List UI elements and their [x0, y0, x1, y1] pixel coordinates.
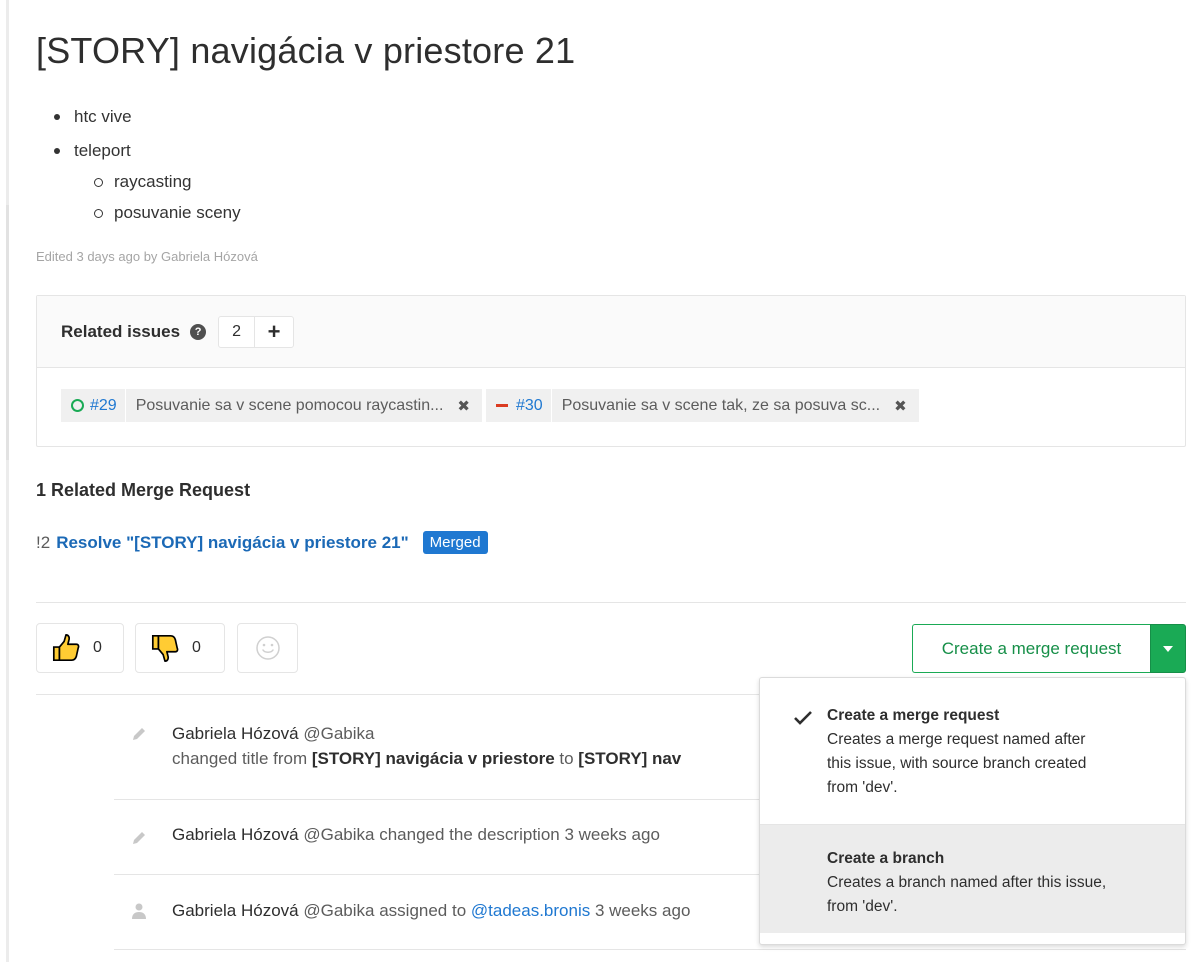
left-border [6, 0, 9, 962]
issue-description: htc vive teleport raycasting posuvanie s… [36, 100, 241, 228]
issue-token-title[interactable]: Posuvanie sa v scene pomocou raycastin..… [125, 389, 452, 422]
user-icon [132, 903, 146, 919]
thumbs-down-button[interactable]: 0 [135, 623, 225, 673]
list-item-label: teleport [74, 141, 131, 160]
left-border-highlight [6, 205, 9, 460]
merge-request-link[interactable]: Resolve "[STORY] navigácia v priestore 2… [56, 533, 408, 553]
timeline-text: Gabriela Hózová @Gabika changed the desc… [172, 825, 660, 845]
dropdown-option-desc: from 'dev'. [827, 779, 898, 796]
dropdown-option-title: Create a branch [827, 850, 945, 867]
timeline-action: assigned to [374, 901, 471, 920]
thumbs-up-button[interactable]: 0 [36, 623, 124, 673]
dropdown-option-desc: Creates a branch named after this issue, [827, 874, 1107, 891]
add-reaction-button[interactable] [237, 623, 298, 673]
dropdown-option-title: Create a merge request [827, 707, 1000, 724]
thumbs-up-icon [52, 634, 80, 662]
pencil-icon [133, 728, 145, 740]
thumbs-up-count: 0 [93, 639, 102, 656]
timeline-text: Gabriela Hózová @Gabika changed title fr… [172, 721, 681, 771]
dropdown-option-desc: Creates a merge request named after [827, 731, 1086, 748]
dropdown-option-desc: this issue, with source branch created [827, 755, 1087, 772]
create-merge-request-split-button: Create a merge request [912, 624, 1186, 673]
help-icon[interactable]: ? [190, 323, 207, 340]
pencil-icon [133, 832, 145, 844]
dropdown-option-create-merge-request[interactable]: Create a merge request Creates a merge r… [760, 678, 1185, 824]
change-mid: to [554, 749, 579, 768]
remove-issue-icon[interactable]: ✖ [451, 389, 482, 422]
assignee-link[interactable]: @tadeas.bronis [471, 901, 590, 920]
issue-title: [STORY] navigácia v priestore 21 [36, 30, 576, 71]
caret-down-icon [1163, 645, 1173, 652]
author-username[interactable]: @Gabika [303, 724, 374, 743]
dropdown-option-desc: from 'dev'. [827, 898, 898, 915]
related-issues-count-group: 2 + [218, 315, 295, 348]
timeline-line: Gabriela Hózová @Gabika [172, 721, 681, 746]
dropdown-option-create-branch[interactable]: Create a branch Creates a branch named a… [760, 825, 1185, 933]
list-subitem: raycasting [94, 166, 241, 197]
merge-request-id: !2 [36, 532, 51, 552]
author-name[interactable]: Gabriela Hózová [172, 825, 299, 844]
author-name[interactable]: Gabriela Hózová [172, 724, 299, 743]
issue-ref[interactable]: #29 [61, 389, 126, 422]
related-issues-panel: Related issues ? 2 + #29 Posuvanie sa v … [36, 295, 1186, 447]
new-title: [STORY] nav [578, 749, 682, 768]
related-merge-requests-heading: 1 Related Merge Request [36, 480, 251, 500]
related-issues-count: 2 [219, 316, 256, 347]
issue-number-link[interactable]: #30 [516, 397, 543, 415]
remove-issue-icon[interactable]: ✖ [888, 389, 919, 422]
description-sublist: raycasting posuvanie sceny [74, 166, 241, 228]
issue-token-title[interactable]: Posuvanie sa v scene tak, ze sa posuva s… [551, 389, 889, 422]
issue-closed-icon [496, 404, 508, 407]
change-prefix: changed title from [172, 749, 312, 768]
related-issues-header: Related issues ? 2 + [37, 296, 1185, 368]
issue-number-link[interactable]: #29 [90, 397, 117, 415]
thumbs-down-icon [151, 634, 179, 662]
timeline-time: 3 weeks ago [590, 901, 691, 920]
create-mr-dropdown-menu: Create a merge request Creates a merge r… [759, 677, 1186, 945]
description-list: htc vive teleport raycasting posuvanie s… [36, 100, 241, 228]
related-issues-list: #29 Posuvanie sa v scene pomocou raycast… [37, 368, 1185, 422]
related-issue-token[interactable]: #30 Posuvanie sa v scene tak, ze sa posu… [486, 389, 919, 422]
author-name[interactable]: Gabriela Hózová [172, 901, 299, 920]
smiley-icon [255, 636, 280, 660]
merged-badge: Merged [422, 531, 488, 554]
timeline-text: Gabriela Hózová @Gabika assigned to @tad… [172, 901, 690, 921]
create-merge-request-button[interactable]: Create a merge request [912, 624, 1150, 673]
author-username[interactable]: @Gabika [303, 901, 374, 920]
timeline-action: changed the description 3 weeks ago [374, 825, 660, 844]
merge-request-item: !2 Resolve "[STORY] navigácia v priestor… [36, 531, 488, 554]
create-mr-dropdown-toggle[interactable] [1150, 624, 1186, 673]
related-issues-title: Related issues [61, 321, 181, 341]
issue-open-icon [71, 399, 84, 412]
timeline-line: changed title from [STORY] navigácia v p… [172, 746, 681, 771]
issue-ref[interactable]: #30 [486, 389, 552, 422]
edited-note: Edited 3 days ago by Gabriela Hózová [36, 249, 258, 264]
list-item: teleport raycasting posuvanie sceny [54, 134, 241, 228]
related-issue-token[interactable]: #29 Posuvanie sa v scene pomocou raycast… [61, 389, 482, 422]
add-related-issue-button[interactable]: + [255, 317, 293, 347]
checkmark-icon [794, 711, 812, 725]
thumbs-down-count: 0 [192, 639, 201, 656]
list-subitem: posuvanie sceny [94, 197, 241, 228]
old-title: [STORY] navigácia v priestore [311, 749, 555, 768]
divider [36, 602, 1186, 603]
list-item: htc vive [54, 100, 241, 134]
author-username[interactable]: @Gabika [303, 825, 374, 844]
